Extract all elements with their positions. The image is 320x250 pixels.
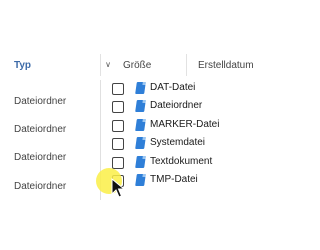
top-blank-area <box>0 0 300 54</box>
type-cell: Dateiordner <box>14 181 67 192</box>
file-icon <box>135 82 146 94</box>
filter-item-label: Dateiordner <box>150 100 203 111</box>
filter-item-marker-datei[interactable]: MARKER-Datei <box>109 117 289 135</box>
bottom-blank-area <box>0 220 300 250</box>
mouse-pointer-icon <box>111 178 126 198</box>
file-icon <box>135 156 146 168</box>
file-explorer-view: Typ ∨ Größe Erstelldatum Dateiordner Dat… <box>0 0 301 250</box>
type-cell: Dateiordner <box>14 96 67 107</box>
checkbox[interactable] <box>112 138 124 150</box>
filter-item-textdokument[interactable]: Textdokument <box>109 154 289 172</box>
column-header-created[interactable]: Erstelldatum <box>198 60 254 71</box>
type-column: Dateiordner Dateiordner Dateiordner Date… <box>0 80 100 220</box>
type-cell: Dateiordner <box>14 124 67 135</box>
file-icon <box>135 174 146 186</box>
type-cell: Dateiordner <box>14 152 67 163</box>
file-icon <box>135 119 146 131</box>
checkbox[interactable] <box>112 101 124 113</box>
filter-item-dat-datei[interactable]: DAT-Datei <box>109 80 289 98</box>
column-header-size[interactable]: Größe <box>123 60 151 71</box>
filter-item-label: MARKER-Datei <box>150 119 220 130</box>
checkbox[interactable] <box>112 83 124 95</box>
checkbox[interactable] <box>112 157 124 169</box>
type-filter-menu: DAT-Datei Dateiordner MARKER-Datei Syste… <box>100 80 301 200</box>
file-icon <box>135 100 146 112</box>
filter-item-label: Systemdatei <box>150 137 206 148</box>
column-header-type[interactable]: Typ <box>14 60 31 71</box>
filter-item-tmp-datei[interactable]: TMP-Datei <box>109 172 289 190</box>
checkbox[interactable] <box>112 120 124 132</box>
column-divider[interactable] <box>100 54 101 76</box>
filter-item-label: Textdokument <box>150 156 213 167</box>
column-header-row: Typ ∨ Größe Erstelldatum <box>0 54 300 78</box>
filter-item-label: TMP-Datei <box>150 174 198 185</box>
filter-item-dateiordner[interactable]: Dateiordner <box>109 98 289 116</box>
chevron-down-icon[interactable]: ∨ <box>102 59 114 71</box>
file-icon <box>135 137 146 149</box>
filter-item-label: DAT-Datei <box>150 82 196 93</box>
filter-item-systemdatei[interactable]: Systemdatei <box>109 135 289 153</box>
column-divider[interactable] <box>186 54 187 76</box>
